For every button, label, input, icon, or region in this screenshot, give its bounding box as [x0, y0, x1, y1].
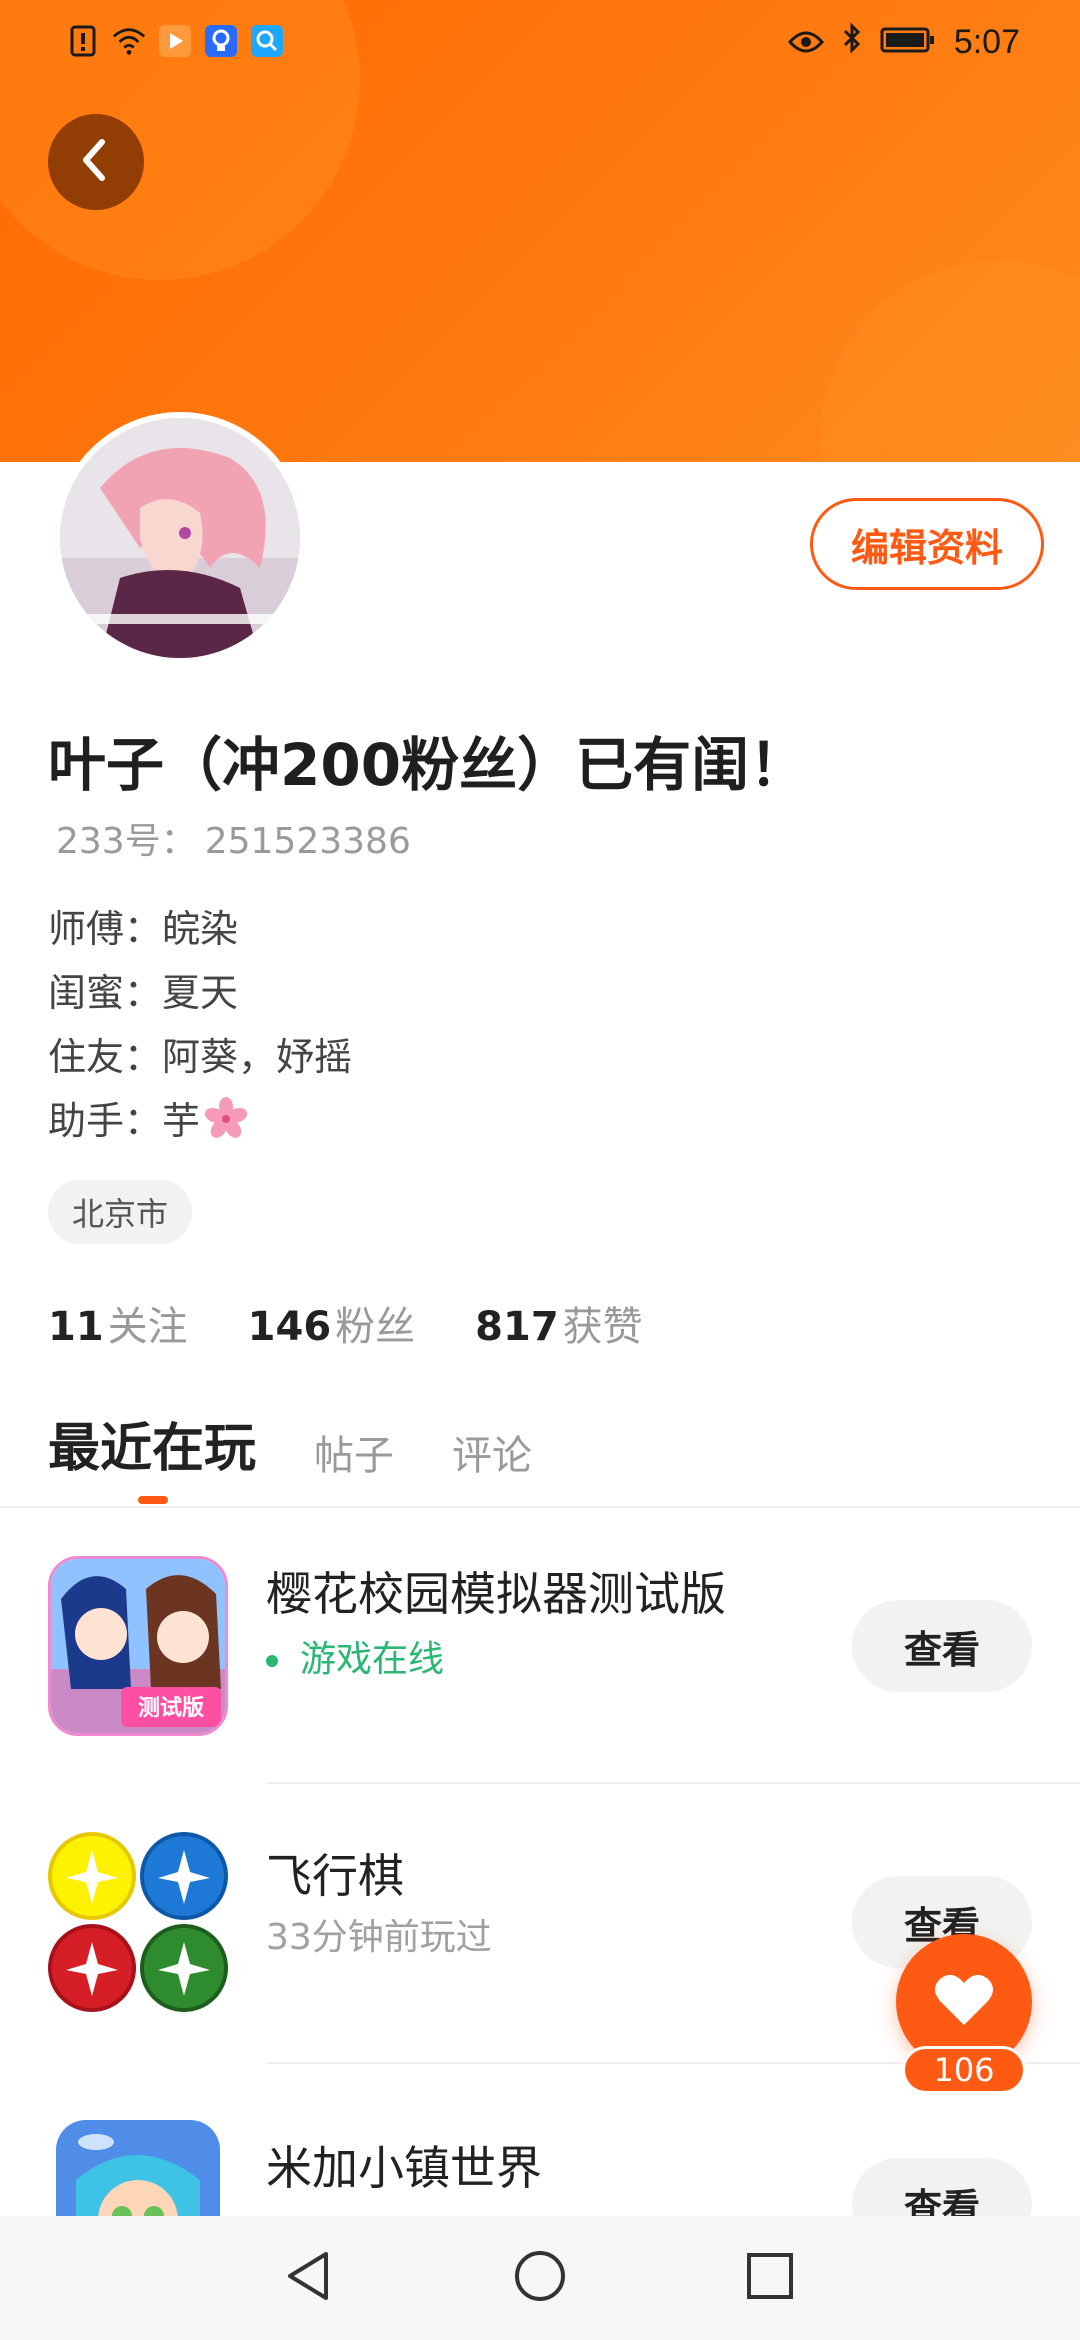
icon-badge-text: 测试版 [138, 1696, 204, 1721]
flight-chess-game-icon [48, 1832, 228, 2012]
nav-home-button[interactable] [508, 2246, 572, 2310]
edit-profile-button[interactable]: 编辑资料 [810, 498, 1044, 590]
profile-tabs: 最近在玩 帖子 评论 [48, 1406, 532, 1481]
heart-icon [934, 1973, 994, 2031]
view-button[interactable]: 查看 [852, 2158, 1032, 2216]
circle-home-icon [513, 2249, 567, 2307]
alert-icon [66, 24, 100, 58]
profile-name: 叶子（冲200粉丝）已有闺！ [48, 731, 808, 799]
stat-likes[interactable]: 817 获赞 [475, 1294, 643, 1352]
relation-value: 芋 [162, 1099, 201, 1143]
stat-following[interactable]: 11 关注 [48, 1294, 188, 1352]
bluetooth-icon [842, 22, 862, 63]
stat-fans[interactable]: 146 粉丝 [248, 1294, 416, 1352]
eye-icon [787, 23, 824, 63]
relation-housemate: 住友：阿葵，妤摇 [48, 1026, 352, 1081]
sakura-school-game-icon: 测试版 [48, 1556, 228, 1736]
wifi-icon [112, 24, 146, 58]
miga-town-game-icon [56, 2120, 220, 2216]
relation-label: 助手： [48, 1099, 163, 1143]
game-title: 飞行棋 [266, 1849, 404, 1903]
list-item[interactable]: 测试版 樱花校园模拟器测试版 游戏在线 查看 [0, 1508, 1080, 1788]
like-count: 106 [902, 2046, 1026, 2094]
game-title: 樱花校园模拟器测试版 [266, 1567, 726, 1621]
triangle-back-icon [284, 2250, 332, 2306]
game-status: 游戏在线 [266, 1630, 444, 1682]
relation-master: 师傅：皖染 [48, 898, 238, 953]
user-id-label: 233号： [56, 821, 197, 862]
relation-value: 阿葵，妤摇 [162, 1035, 353, 1079]
profile-stats: 11 关注 146 粉丝 817 获赞 [48, 1294, 643, 1352]
relation-label: 住友： [48, 1035, 163, 1079]
nav-back-button[interactable] [276, 2246, 340, 2310]
relation-value: 夏天 [162, 971, 239, 1015]
stat-label: 粉丝 [335, 1304, 416, 1350]
back-button[interactable] [48, 114, 144, 210]
tab-posts[interactable]: 帖子 [314, 1423, 394, 1481]
game-title: 米加小镇世界 [266, 2141, 542, 2195]
active-tab-indicator [138, 1496, 168, 1504]
bulb-app-icon [204, 24, 238, 58]
nav-recents-button[interactable] [738, 2246, 802, 2310]
relation-label: 闺蜜： [48, 971, 163, 1015]
tab-comments[interactable]: 评论 [452, 1423, 532, 1481]
city-tag: 北京市 [48, 1180, 193, 1244]
clock: 5:07 [953, 23, 1020, 61]
relation-bestie: 闺蜜：夏天 [48, 962, 238, 1017]
game-last-played: 33分钟前玩过 [266, 1917, 492, 1958]
chevron-left-icon [76, 136, 116, 188]
stat-number: 817 [475, 1304, 559, 1350]
search-app-icon [250, 24, 284, 58]
relation-label: 师傅： [48, 907, 163, 951]
relation-value: 皖染 [162, 907, 239, 951]
battery-icon [880, 23, 936, 63]
stat-label: 关注 [107, 1304, 188, 1350]
tab-recently-played[interactable]: 最近在玩 [48, 1406, 256, 1481]
view-button[interactable]: 查看 [852, 1600, 1032, 1692]
video-app-icon [158, 24, 192, 58]
relation-assistant: 助手：芋 [48, 1090, 248, 1150]
user-id: 233号： 251523386 [48, 812, 411, 864]
system-nav-bar [0, 2216, 1080, 2340]
stat-number: 146 [247, 1304, 332, 1350]
stat-number: 11 [48, 1304, 104, 1350]
sakura-icon [204, 1097, 248, 1150]
stat-label: 获赞 [562, 1304, 643, 1350]
status-bar: 5:07 [0, 0, 1080, 90]
square-recents-icon [745, 2251, 795, 2305]
user-id-value: 251523386 [204, 821, 411, 862]
avatar[interactable] [54, 412, 306, 664]
